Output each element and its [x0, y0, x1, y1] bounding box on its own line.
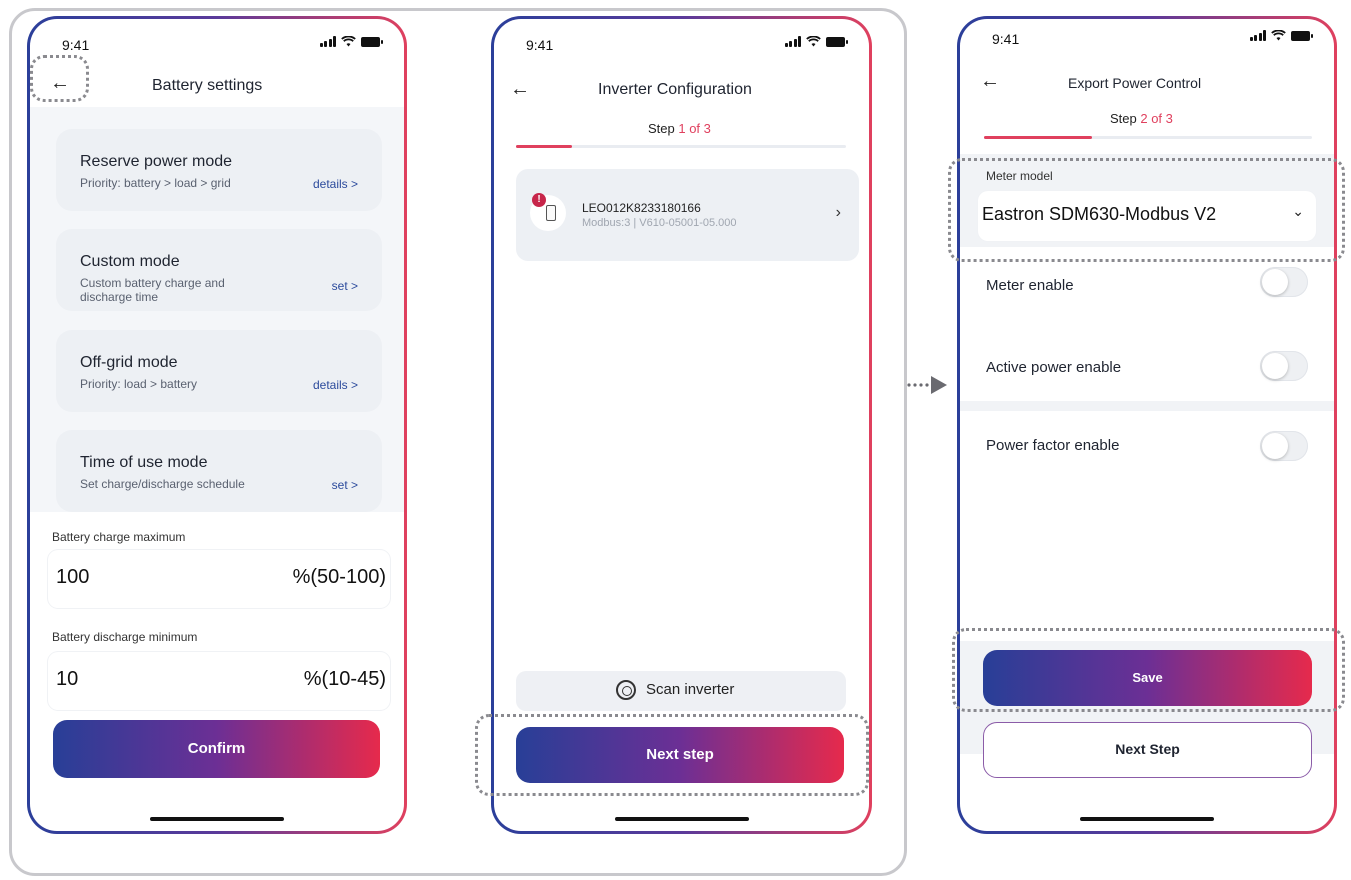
step-indicator: Step 1 of 3: [648, 121, 711, 136]
mode-title: Custom mode: [80, 253, 180, 270]
mode-card-custom[interactable]: Custom mode Custom battery charge and di…: [56, 229, 382, 311]
discharge-min-input[interactable]: 10 %(10-45): [48, 652, 390, 710]
wifi-icon: [806, 36, 821, 47]
alert-icon: !: [532, 193, 546, 207]
mode-description: Priority: load > battery: [80, 377, 198, 391]
discharge-min-range: %(10-45): [303, 668, 386, 690]
mode-card-time-of-use[interactable]: Time of use mode Set charge/discharge sc…: [56, 430, 382, 512]
set-link[interactable]: set >: [332, 478, 358, 492]
mode-description: Priority: battery > load > grid: [80, 176, 231, 190]
wifi-icon: [341, 36, 356, 47]
charge-max-input[interactable]: 100 %(50-100): [48, 550, 390, 608]
status-bar: 9:41: [494, 33, 869, 55]
wifi-icon: [1271, 30, 1286, 41]
mode-title: Off-grid mode: [80, 354, 178, 371]
status-time: 9:41: [992, 31, 1020, 47]
set-link[interactable]: set >: [332, 279, 358, 293]
meter-enable-label: Meter enable: [986, 277, 1074, 294]
status-bar: 9:41: [30, 33, 404, 55]
mode-title: Reserve power mode: [80, 153, 233, 170]
page-title: Inverter Configuration: [598, 81, 752, 98]
home-indicator: [1080, 817, 1214, 821]
highlight-back-arrow: [30, 55, 89, 102]
highlight-meter-model: [948, 158, 1345, 262]
page-title: Export Power Control: [1068, 75, 1202, 91]
battery-status-icon: [361, 36, 383, 47]
confirm-button[interactable]: Confirm: [53, 720, 380, 778]
active-power-enable-label: Active power enable: [986, 359, 1122, 376]
inverter-device-card[interactable]: ! LEO012K8233180166 Modbus:3 | V610-0500…: [516, 169, 859, 261]
step-indicator: Step 2 of 3: [1110, 111, 1173, 126]
details-link[interactable]: details >: [313, 177, 358, 191]
step-progress-fill: [984, 136, 1093, 139]
charge-max-range: %(50-100): [292, 566, 386, 588]
active-power-enable-toggle[interactable]: [1260, 351, 1308, 381]
page-title: Battery settings: [152, 77, 263, 94]
device-details: Modbus:3 | V610-05001-05.000: [582, 217, 737, 229]
next-step-outline-button[interactable]: Next Step: [983, 722, 1312, 778]
battery-status-icon: [826, 36, 848, 47]
step-progress-bar: [984, 136, 1312, 139]
power-factor-enable-row: Power factor enable: [960, 411, 1334, 641]
mode-description: Custom battery charge and discharge time: [80, 276, 225, 304]
discharge-min-label: Battery discharge minimum: [52, 630, 198, 644]
highlight-next-step: [475, 714, 869, 796]
step-progress-bar: [516, 145, 846, 148]
flow-arrow-icon: [907, 376, 947, 394]
step-progress-fill: [516, 145, 573, 148]
home-indicator: [150, 817, 284, 821]
highlight-save-button: [952, 628, 1345, 712]
back-arrow-icon[interactable]: ←: [980, 71, 1000, 91]
phone-battery-settings: 9:41 ← Battery settings Reserve power mo…: [27, 16, 407, 834]
meter-enable-toggle[interactable]: [1260, 267, 1308, 297]
battery-status-icon: [1291, 30, 1313, 41]
status-time: 9:41: [62, 37, 90, 53]
signal-icon: [784, 36, 801, 47]
status-time: 9:41: [526, 37, 554, 53]
power-factor-enable-label: Power factor enable: [986, 437, 1120, 454]
chevron-right-icon: ›: [835, 204, 841, 221]
back-arrow-icon[interactable]: ←: [510, 79, 530, 99]
phone-inverter-configuration: 9:41 ← Inverter Configuration Step 1 of …: [491, 16, 872, 834]
mode-card-offgrid[interactable]: Off-grid mode Priority: load > battery d…: [56, 330, 382, 412]
status-bar: 9:41: [960, 27, 1334, 49]
charge-max-value: 100: [56, 566, 90, 588]
power-factor-enable-toggle[interactable]: [1260, 431, 1308, 461]
scan-icon: [616, 680, 636, 700]
mode-title: Time of use mode: [80, 454, 208, 471]
mode-description: Set charge/discharge schedule: [80, 477, 245, 491]
signal-icon: [1249, 30, 1266, 41]
scan-inverter-button[interactable]: Scan inverter: [516, 671, 846, 711]
active-power-enable-row: Active power enable: [960, 323, 1334, 401]
charge-max-label: Battery charge maximum: [52, 530, 186, 544]
details-link[interactable]: details >: [313, 378, 358, 392]
inverter-icon: !: [530, 193, 566, 231]
scan-inverter-label: Scan inverter: [646, 681, 735, 698]
discharge-min-value: 10: [56, 668, 79, 690]
home-indicator: [614, 817, 749, 821]
mode-card-reserve[interactable]: Reserve power mode Priority: battery > l…: [56, 129, 382, 211]
device-serial: LEO012K8233180166: [582, 201, 701, 215]
signal-icon: [319, 36, 336, 47]
